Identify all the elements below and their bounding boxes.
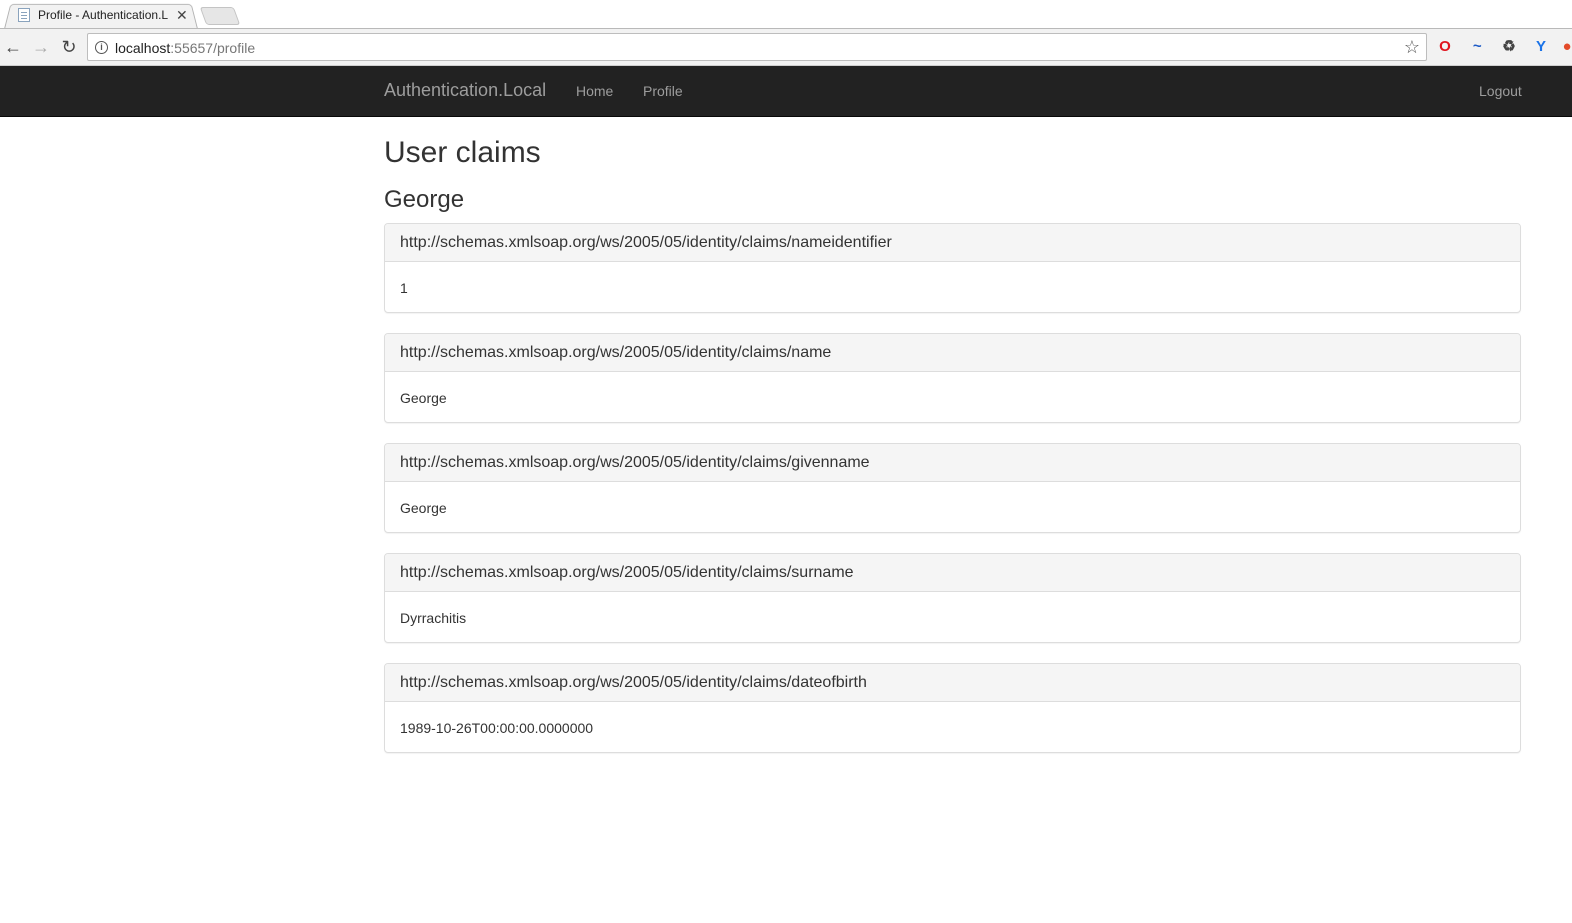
logout-link[interactable]: Logout (1479, 83, 1522, 99)
claim-type: http://schemas.xmlsoap.org/ws/2005/05/id… (385, 554, 1520, 592)
close-icon[interactable]: ✕ (176, 7, 188, 24)
nav-home[interactable]: Home (576, 83, 613, 99)
y-icon[interactable]: Y (1531, 37, 1551, 57)
claims-list: http://schemas.xmlsoap.org/ws/2005/05/id… (384, 223, 1521, 753)
browser-tab-content[interactable]: Profile - Authentication.L ✕ (18, 6, 196, 24)
brand-link[interactable]: Authentication.Local (384, 80, 546, 101)
url-path: :55657/profile (170, 40, 256, 56)
url-text[interactable]: localhost:55657/profile (115, 40, 255, 56)
claim-type: http://schemas.xmlsoap.org/ws/2005/05/id… (385, 224, 1520, 262)
browser-tabstrip: Profile - Authentication.L ✕ (0, 0, 1572, 30)
claim-value: Dyrrachitis (400, 610, 467, 626)
extension-icon[interactable]: ● (1562, 37, 1572, 57)
tab-title: Profile - Authentication.L (38, 8, 168, 22)
claim-value: 1 (400, 280, 408, 296)
claim-panel: http://schemas.xmlsoap.org/ws/2005/05/id… (384, 333, 1521, 423)
page-title: User claims (384, 136, 541, 169)
reload-icon[interactable]: ↻ (59, 37, 79, 57)
claim-value: George (400, 500, 447, 516)
claim-type: http://schemas.xmlsoap.org/ws/2005/05/id… (385, 334, 1520, 372)
recycle-icon[interactable]: ♻ (1499, 37, 1519, 57)
page-icon (18, 8, 30, 22)
star-icon[interactable]: ☆ (1404, 37, 1420, 58)
browser-toolbar: ← → ↻ i localhost:55657/profile ☆ O ~ ♻ … (0, 29, 1572, 66)
claim-type: http://schemas.xmlsoap.org/ws/2005/05/id… (385, 444, 1520, 482)
address-bar[interactable]: i localhost:55657/profile ☆ (87, 33, 1427, 61)
claim-type: http://schemas.xmlsoap.org/ws/2005/05/id… (385, 664, 1520, 702)
claim-value: 1989-10-26T00:00:00.0000000 (400, 720, 594, 736)
claim-value: George (400, 390, 447, 406)
user-name-heading: George (384, 186, 465, 213)
claim-panel: http://schemas.xmlsoap.org/ws/2005/05/id… (384, 553, 1521, 643)
wave-icon[interactable]: ~ (1467, 37, 1487, 57)
back-arrow-icon[interactable]: ← (3, 37, 23, 57)
info-icon[interactable]: i (95, 41, 108, 54)
claim-panel: http://schemas.xmlsoap.org/ws/2005/05/id… (384, 663, 1521, 753)
navbar: Authentication.Local Home Profile Logout (0, 66, 1572, 117)
nav-profile[interactable]: Profile (643, 83, 683, 99)
claim-panel: http://schemas.xmlsoap.org/ws/2005/05/id… (384, 223, 1521, 313)
opera-icon[interactable]: O (1435, 37, 1455, 57)
claim-panel: http://schemas.xmlsoap.org/ws/2005/05/id… (384, 443, 1521, 533)
forward-arrow-icon[interactable]: → (31, 37, 51, 57)
new-tab-button[interactable] (199, 7, 241, 25)
url-host: localhost (115, 40, 171, 56)
main-content: User claims George http://schemas.xmlsoa… (384, 117, 1521, 773)
